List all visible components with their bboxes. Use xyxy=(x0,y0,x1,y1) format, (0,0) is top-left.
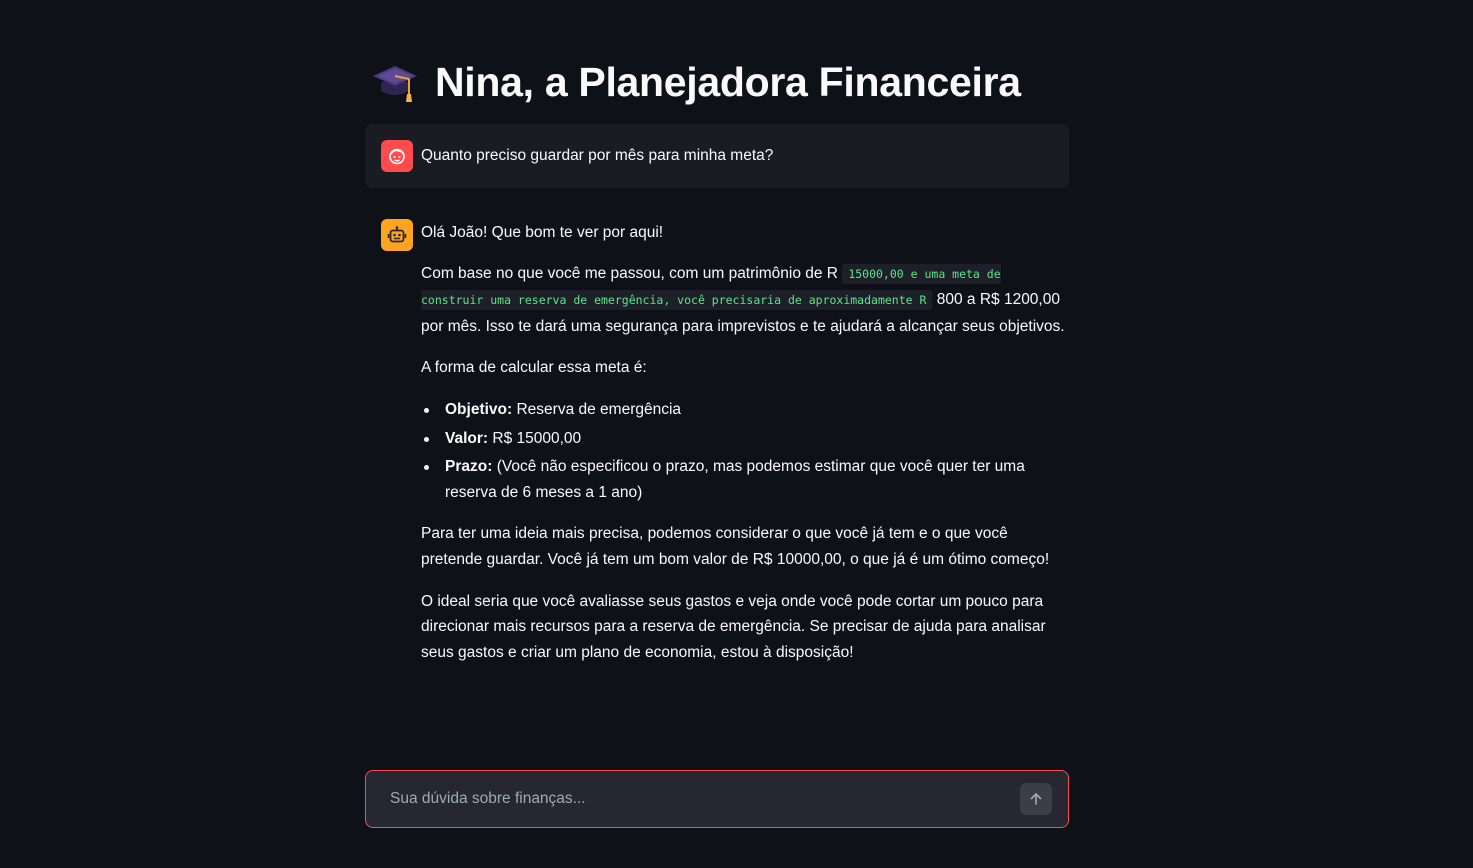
send-button[interactable] xyxy=(1020,783,1052,815)
assistant-greeting: Olá João! Que bom te ver por aqui! xyxy=(421,224,664,241)
user-message-text: Quanto preciso guardar por mês para minh… xyxy=(421,147,774,164)
list-item: Objetivo: Reserva de emergência xyxy=(421,397,1069,423)
assistant-paragraph: O ideal seria que você avaliasse seus ga… xyxy=(421,592,1046,661)
page-title: Nina, a Planejadora Financeira xyxy=(371,56,1021,108)
list-item-value: R$ 15000,00 xyxy=(492,429,582,447)
list-item-value: (Você não especificou o prazo, mas podem… xyxy=(445,458,1025,501)
list-item: Prazo: (Você não especificou o prazo, ma… xyxy=(421,454,1069,505)
list-item-label: Objetivo: xyxy=(445,400,513,418)
assistant-bullet-list: Objetivo: Reserva de emergência Valor: R… xyxy=(421,397,1069,505)
list-item: Valor: R$ 15000,00 xyxy=(421,426,1069,452)
assistant-paragraph: Com base no que você me passou, com um p… xyxy=(421,261,1069,340)
main-container: Nina, a Planejadora Financeira Quanto pr… xyxy=(365,0,1069,868)
robot-icon xyxy=(387,226,407,243)
assistant-paragraph: A forma de calcular essa meta é: xyxy=(421,359,647,377)
graduation-cap-icon xyxy=(373,66,417,102)
user-face-icon xyxy=(389,148,405,165)
user-avatar xyxy=(381,140,413,172)
assistant-paragraph: Para ter uma ideia mais precisa, podemos… xyxy=(421,525,1050,568)
page-title-text: Nina, a Planejadora Financeira xyxy=(435,59,1021,105)
chat-input-container xyxy=(365,770,1069,828)
chat-input[interactable] xyxy=(390,790,1020,808)
list-item-label: Prazo: xyxy=(445,458,493,476)
assistant-paragraph-text: Com base no que você me passou, com um p… xyxy=(421,264,838,282)
list-item-value: Reserva de emergência xyxy=(516,400,682,418)
list-item-label: Valor: xyxy=(445,429,489,447)
assistant-message-body: Olá João! Que bom te ver por aqui! Com b… xyxy=(421,219,1069,681)
chat-message-assistant: Olá João! Que bom te ver por aqui! Com b… xyxy=(365,219,1069,681)
arrow-up-icon xyxy=(1030,793,1042,805)
chat-message-user: Quanto preciso guardar por mês para minh… xyxy=(365,124,1069,188)
assistant-avatar xyxy=(381,219,413,251)
